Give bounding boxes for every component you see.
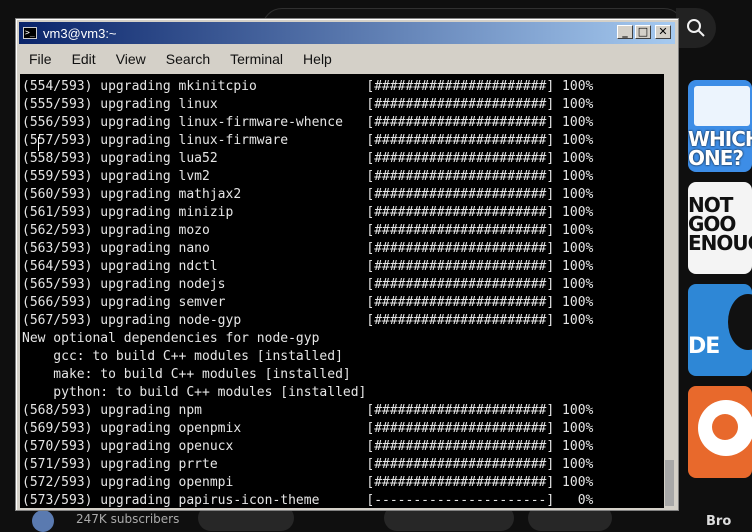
terminal-line: python: to build C++ modules [installed] xyxy=(22,385,367,400)
menu-edit[interactable]: Edit xyxy=(62,51,106,67)
menu-bar: File Edit View Search Terminal Help xyxy=(19,46,675,72)
maximize-button[interactable]: □ xyxy=(635,25,651,39)
scrollbar[interactable] xyxy=(664,74,675,508)
video-thumbnail[interactable] xyxy=(688,386,752,478)
terminal-output[interactable]: (554/593) upgrading mkinitcpio [########… xyxy=(20,74,664,508)
terminal-line: (564/593) upgrading ndctl [#############… xyxy=(22,259,594,274)
terminal-line: (571/593) upgrading prrte [#############… xyxy=(22,457,594,472)
terminal-line: (563/593) upgrading nano [##############… xyxy=(22,241,594,256)
background-label: Bro xyxy=(706,514,732,529)
video-thumbnail[interactable]: DE xyxy=(688,284,752,376)
subscriber-count: 247K subscribers xyxy=(76,512,180,526)
scrollbar-thumb[interactable] xyxy=(665,460,674,506)
search-icon xyxy=(687,19,705,37)
menu-view[interactable]: View xyxy=(106,51,156,67)
menu-file[interactable]: File xyxy=(19,51,62,67)
window-title: vm3@vm3:~ xyxy=(43,25,117,41)
terminal-line: (554/593) upgrading mkinitcpio [########… xyxy=(22,79,594,94)
window-graphic xyxy=(694,86,750,126)
close-button[interactable]: ✕ xyxy=(655,25,671,39)
text-cursor xyxy=(38,137,39,151)
terminal-line: (566/593) upgrading semver [############… xyxy=(22,295,594,310)
thumbnail-text: NOT GOO ENOUG xyxy=(688,193,752,255)
logo-inner xyxy=(712,414,738,440)
terminal-line: (561/593) upgrading minizip [###########… xyxy=(22,205,594,220)
terminal-line: (565/593) upgrading nodejs [############… xyxy=(22,277,594,292)
background-search-button xyxy=(676,8,716,48)
terminal-line: (557/593) upgrading linux-firmware [####… xyxy=(22,133,594,148)
video-thumbnail[interactable]: NOT GOO ENOUG xyxy=(688,182,752,274)
minimize-button[interactable]: _ xyxy=(617,25,633,39)
terminal-line: (556/593) upgrading linux-firmware-whenc… xyxy=(22,115,594,130)
terminal-window[interactable]: >_ vm3@vm3:~ _ □ ✕ File Edit View Search… xyxy=(15,18,679,511)
terminal-line: (555/593) upgrading linux [#############… xyxy=(22,97,594,112)
terminal-lines: (554/593) upgrading mkinitcpio [########… xyxy=(22,78,593,508)
terminal-line: (570/593) upgrading openucx [###########… xyxy=(22,439,594,454)
menu-search[interactable]: Search xyxy=(156,51,220,67)
menu-help[interactable]: Help xyxy=(293,51,342,67)
terminal-line: (562/593) upgrading mozo [##############… xyxy=(22,223,594,238)
menu-terminal[interactable]: Terminal xyxy=(220,51,293,67)
terminal-line: (568/593) upgrading npm [###############… xyxy=(22,403,594,418)
terminal-line: (572/593) upgrading openmpi [###########… xyxy=(22,475,594,490)
terminal-line: (573/593) upgrading papirus-icon-theme [… xyxy=(22,493,594,508)
terminal-line: gcc: to build C++ modules [installed] xyxy=(22,349,343,364)
terminal-line: (558/593) upgrading lua52 [#############… xyxy=(22,151,594,166)
terminal-line: New optional dependencies for node-gyp xyxy=(22,331,320,346)
terminal-icon: >_ xyxy=(23,27,37,39)
video-thumbnail[interactable]: WHICH ONE? xyxy=(688,80,752,172)
terminal-line: (559/593) upgrading lvm2 [##############… xyxy=(22,169,594,184)
terminal-line: (560/593) upgrading mathjax2 [##########… xyxy=(22,187,594,202)
title-bar[interactable]: >_ vm3@vm3:~ _ □ ✕ xyxy=(19,22,675,44)
terminal-line: make: to build C++ modules [installed] xyxy=(22,367,351,382)
thumbnail-text: WHICH ONE? xyxy=(688,127,752,170)
terminal-line: (567/593) upgrading node-gyp [##########… xyxy=(22,313,594,328)
thumbnail-text: DE xyxy=(688,334,720,359)
terminal-line: (569/593) upgrading openpmix [##########… xyxy=(22,421,594,436)
